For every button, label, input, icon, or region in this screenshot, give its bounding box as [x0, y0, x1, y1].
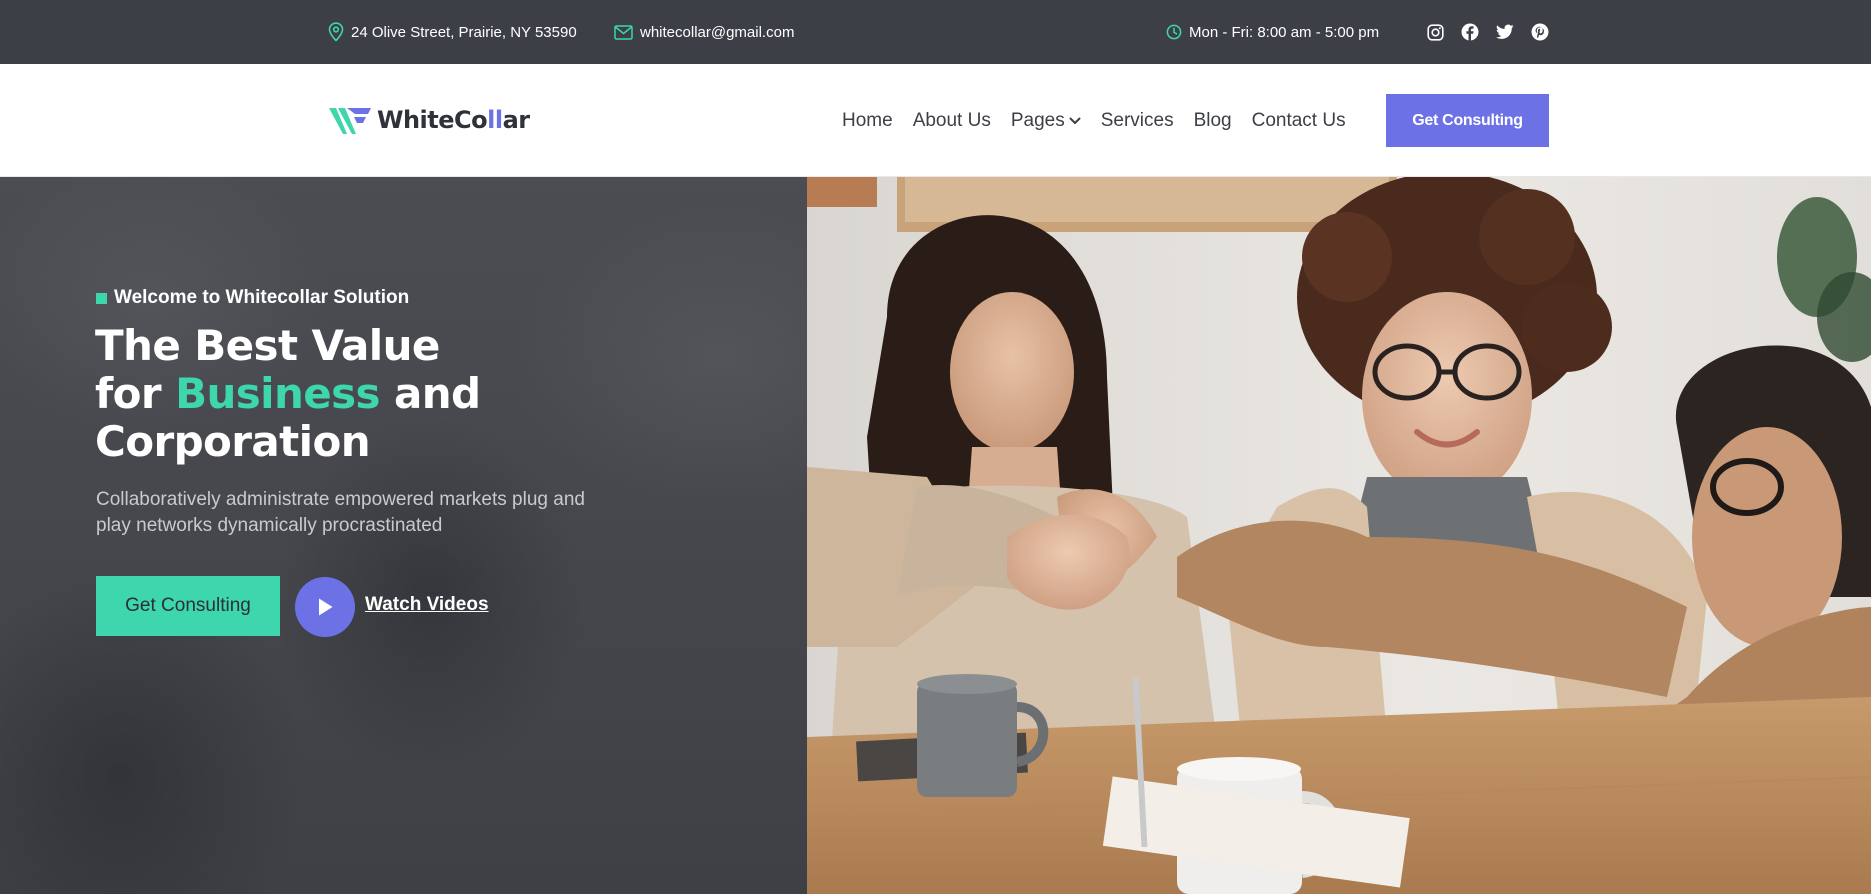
headline-line-3: Corporation: [95, 417, 371, 466]
map-pin-icon: [328, 22, 344, 42]
nav-services[interactable]: Services: [1101, 110, 1174, 132]
whitecollar-logo-mark-icon: [329, 108, 371, 134]
facebook-icon[interactable]: [1461, 23, 1479, 41]
top-info-bar: 24 Olive Street, Prairie, NY 53590 white…: [0, 0, 1871, 64]
hours-text: Mon - Fri: 8:00 am - 5:00 pm: [1189, 23, 1380, 41]
envelope-icon: [614, 24, 633, 40]
nav-blog-label: Blog: [1193, 109, 1232, 131]
nav-home-label: Home: [842, 109, 893, 131]
hero-eyebrow-text: Welcome to Whitecollar Solution: [114, 287, 410, 308]
nav-contact-us[interactable]: Contact Us: [1252, 110, 1346, 132]
hours-item: Mon - Fri: 8:00 am - 5:00 pm: [1166, 0, 1379, 64]
play-video-button[interactable]: [295, 577, 355, 637]
watch-videos-link[interactable]: Watch Videos: [365, 594, 489, 616]
clock-icon: [1166, 24, 1182, 40]
site-logo[interactable]: WhiteCollar: [329, 104, 530, 136]
business-handshake-photo: [807, 177, 1871, 894]
logo-text-main: WhiteCo: [377, 106, 488, 134]
play-icon: [319, 598, 333, 616]
hero-text-panel: Welcome to Whitecollar Solution The Best…: [0, 177, 807, 894]
hero-headline: The Best Value for Business and Corporat…: [95, 322, 655, 466]
nav-pages-label: Pages: [1010, 109, 1065, 131]
headline-highlight: Business: [175, 369, 381, 418]
logo-text-accent: ll: [487, 106, 503, 134]
headline-and: and: [379, 369, 481, 418]
address-text: 24 Olive Street, Prairie, NY 53590: [351, 23, 577, 41]
nav-contact-us-label: Contact Us: [1251, 109, 1346, 131]
pinterest-icon[interactable]: [1531, 23, 1549, 41]
headline-line-1: The Best Value: [95, 321, 440, 370]
email-link[interactable]: whitecollar@gmail.com: [640, 24, 794, 41]
nav-about-us-label: About Us: [912, 109, 991, 131]
nav-about-us[interactable]: About Us: [913, 110, 991, 132]
logo-text-end: ar: [502, 106, 531, 134]
get-consulting-nav-button[interactable]: Get Consulting: [1386, 94, 1549, 147]
social-links: [1426, 0, 1549, 64]
eyebrow-square-icon: [96, 292, 107, 304]
email-item[interactable]: whitecollar@gmail.com: [614, 0, 794, 64]
main-menu: Home About Us Pages Services Blog Contac…: [842, 64, 1346, 177]
hero-photo: [807, 177, 1871, 894]
chevron-down-icon: [1069, 117, 1081, 124]
hero-description: Collaboratively administrate empowered m…: [96, 489, 585, 536]
nav-pages[interactable]: Pages: [1011, 110, 1081, 132]
nav-home[interactable]: Home: [842, 110, 893, 132]
hero-eyebrow: Welcome to Whitecollar Solution: [96, 287, 409, 309]
main-navbar: WhiteCollar Home About Us Pages Services…: [0, 64, 1871, 177]
headline-for: for: [95, 369, 176, 418]
nav-blog[interactable]: Blog: [1194, 110, 1232, 132]
instagram-icon[interactable]: [1426, 23, 1444, 41]
logo-text: WhiteCollar: [377, 106, 530, 134]
nav-services-label: Services: [1100, 109, 1174, 131]
address-item: 24 Olive Street, Prairie, NY 53590: [328, 0, 577, 64]
twitter-icon[interactable]: [1496, 23, 1514, 41]
get-consulting-hero-button[interactable]: Get Consulting: [96, 576, 280, 636]
